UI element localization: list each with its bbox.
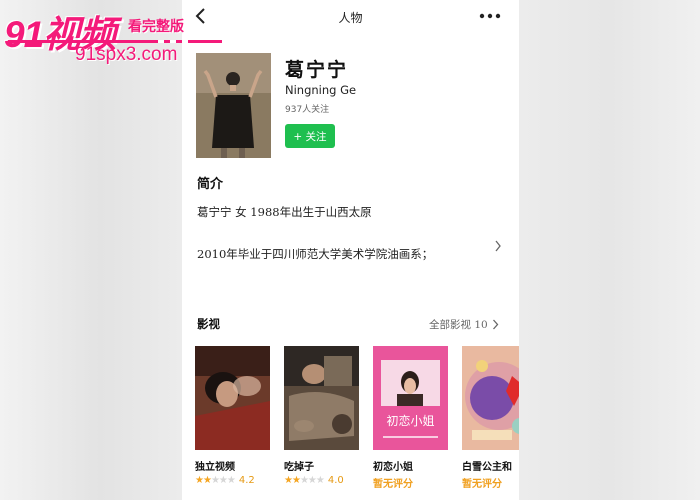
background-left <box>0 0 182 500</box>
star-rating-icon: ★★★★★ <box>195 475 236 486</box>
film-card[interactable]: 吃掉子 ★★★★★ 4.0 <box>284 346 359 486</box>
film-card[interactable]: 白雪公主和 暂无评分 <box>462 346 519 490</box>
all-films-link[interactable]: 全部影视 10 <box>429 317 499 332</box>
page-title: 人物 <box>338 11 363 25</box>
chevron-right-icon <box>492 319 499 330</box>
intro-title: 简介 <box>197 177 224 192</box>
all-films-label: 全部影视 10 <box>429 319 488 331</box>
follower-count: 937人关注 <box>285 105 330 115</box>
film-title: 独立视频 <box>195 462 235 473</box>
watermark-url: 91spx3.com <box>75 44 178 65</box>
film-poster <box>195 346 270 450</box>
background-right <box>519 0 700 500</box>
top-bar: 人物 <box>182 0 519 34</box>
film-rating: 暂无评分 <box>373 475 413 490</box>
film-title: 初恋小姐 <box>373 462 413 473</box>
watermark-stripes <box>8 40 222 43</box>
phone-screen: 人物 葛宁宁 Ningning Ge 937人关注 + 关注 简介 葛宁宁 女 … <box>182 0 519 500</box>
films-title: 影视 <box>197 317 220 331</box>
film-rating: 暂无评分 <box>462 475 502 490</box>
film-score: 4.2 <box>238 475 255 486</box>
chevron-right-icon[interactable] <box>494 240 502 252</box>
intro-text-2[interactable]: 2010年毕业于四川师范大学美术学院油画系； <box>197 246 433 262</box>
intro-text-1: 葛宁宁 女 1988年出生于山西太原 <box>197 205 372 219</box>
avatar <box>196 53 271 158</box>
film-poster <box>284 346 359 450</box>
star-rating-icon: ★★★★★ <box>284 475 325 486</box>
film-card[interactable]: 独立视频 ★★★★★ 4.2 <box>195 346 270 486</box>
film-title: 白雪公主和 <box>462 462 512 473</box>
person-name: 葛宁宁 <box>285 59 349 81</box>
no-score-label: 暂无评分 <box>373 479 413 490</box>
film-rating: ★★★★★ 4.2 <box>195 475 255 486</box>
film-title: 吃掉子 <box>284 462 314 473</box>
more-dots-icon[interactable] <box>479 10 501 22</box>
follow-button[interactable]: + 关注 <box>285 124 335 148</box>
no-score-label: 暂无评分 <box>462 479 502 490</box>
film-card[interactable]: 初恋小姐 初恋小姐 暂无评分 <box>373 346 448 490</box>
film-rating: ★★★★★ 4.0 <box>284 475 344 486</box>
person-name-en: Ningning Ge <box>285 83 357 97</box>
film-poster: 初恋小姐 <box>373 346 448 450</box>
film-score: 4.0 <box>327 475 344 486</box>
film-poster <box>462 346 519 450</box>
watermark-tagline: 看完整版 <box>128 18 184 34</box>
poster-text: 初恋小姐 <box>386 414 435 428</box>
